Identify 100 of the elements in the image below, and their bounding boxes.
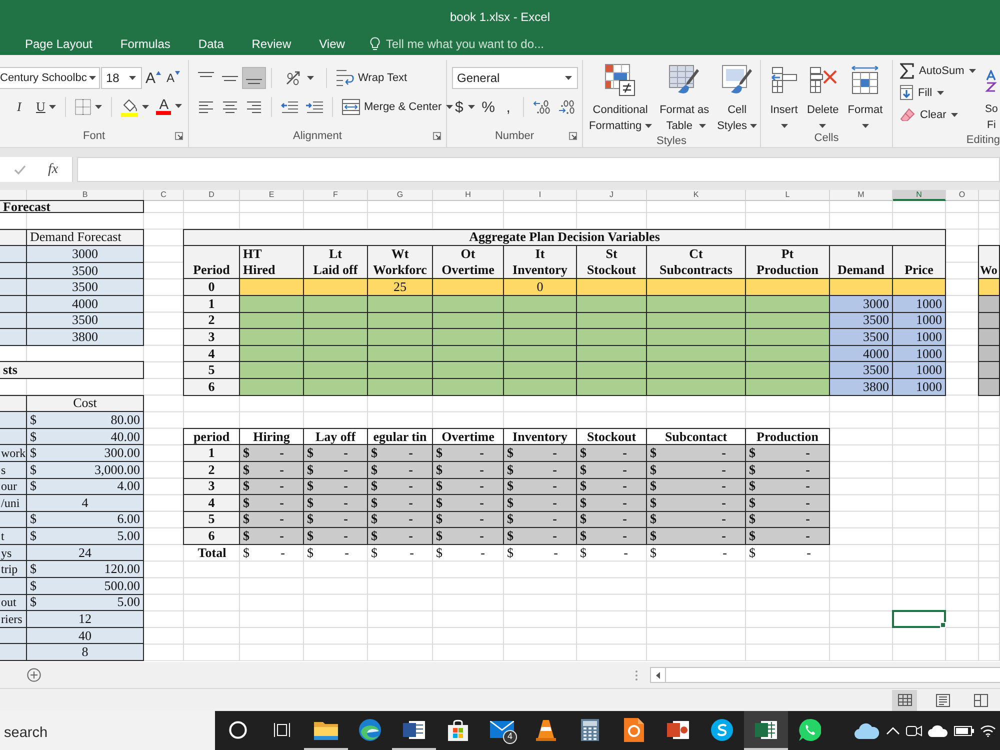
ribbon-tab[interactable]: Formulas: [106, 32, 184, 55]
horizontal-scrollbar[interactable]: [650, 667, 1000, 683]
percent-button[interactable]: %: [478, 96, 498, 118]
amount-text: -: [344, 495, 348, 511]
caret-icon: [951, 112, 958, 116]
font-name-box[interactable]: Century Schoolbc: [0, 67, 100, 89]
dialog-launcher-icon[interactable]: [569, 132, 577, 140]
insert-function-button[interactable]: fx: [48, 162, 58, 178]
currency-sign: $: [749, 495, 756, 511]
conditional-formatting-button[interactable]: Conditional Formatting: [586, 61, 655, 134]
amount-text: -: [722, 528, 726, 544]
column-heading: period: [183, 428, 240, 446]
amount-text: -: [344, 528, 348, 544]
column-header[interactable]: J: [577, 190, 647, 201]
chevron-up-icon[interactable]: [886, 726, 900, 734]
wrap-text-button[interactable]: Wrap Text: [332, 67, 412, 89]
column-header[interactable]: O: [946, 190, 979, 201]
amount-text: -: [622, 445, 627, 461]
column-header[interactable]: M: [830, 190, 893, 201]
clear-button[interactable]: Clear: [898, 105, 978, 124]
active-cell[interactable]: [892, 610, 946, 628]
underline-button[interactable]: U: [32, 96, 60, 118]
font-color-button[interactable]: A: [153, 96, 186, 118]
wifi-icon[interactable]: [980, 724, 996, 737]
amount-text: 40.00: [110, 428, 140, 444]
tell-me-field[interactable]: Tell me what you want to do...: [386, 36, 566, 50]
currency-button[interactable]: $: [452, 96, 478, 118]
sum-button[interactable]: AutoSum: [898, 61, 978, 80]
column-header[interactable]: F: [304, 190, 368, 201]
spreadsheet-app-icon: [755, 720, 777, 740]
ribbon-tab[interactable]: View: [305, 32, 359, 55]
table-cell: 1000: [892, 328, 946, 346]
format-cells-button[interactable]: Format: [844, 61, 886, 128]
cell-styles-button[interactable]: Cell Styles: [714, 61, 760, 134]
sort-filter-button[interactable]: So Fi: [985, 61, 1000, 133]
formula-input[interactable]: [77, 157, 1000, 182]
table-cell: 3800: [26, 328, 144, 346]
currency-sign: $: [580, 545, 586, 562]
view-button[interactable]: [892, 690, 917, 710]
fill-down-icon: [900, 85, 913, 100]
currency-sign: $: [307, 545, 314, 562]
column-heading: Ct Subcontracts: [646, 245, 746, 280]
dialog-launcher-icon[interactable]: [433, 132, 441, 140]
caret-icon: [49, 105, 56, 109]
column-heading: Hiring: [239, 428, 304, 446]
insert-cells-icon: [770, 66, 798, 94]
ribbon-tab[interactable]: Data: [184, 32, 238, 55]
column-header[interactable]: K: [647, 190, 746, 201]
number-format-box[interactable]: General: [452, 67, 578, 89]
amount-text: -: [622, 512, 627, 528]
group-label: Font: [82, 130, 105, 142]
cloud-icon[interactable]: [928, 724, 948, 736]
fill-handle-icon[interactable]: [940, 622, 946, 628]
format-as-table-button[interactable]: Format as Table: [656, 61, 712, 134]
ribbon-tab[interactable]: Page Layout: [11, 32, 106, 55]
column-header[interactable]: H: [433, 190, 504, 201]
currency-sign: $: [243, 512, 250, 528]
column-header[interactable]: [0, 190, 27, 201]
grow-font-button[interactable]: A: [143, 67, 163, 89]
column-header[interactable]: D: [184, 190, 240, 201]
fill-button[interactable]: Fill: [898, 83, 978, 102]
column-header[interactable]: G: [368, 190, 433, 201]
table-cell: [303, 328, 368, 346]
table-cell: [0, 643, 27, 662]
table-cell: 0: [183, 278, 240, 296]
column-header[interactable]: E: [240, 190, 304, 201]
column-header[interactable]: B: [27, 190, 144, 201]
currency-sign: $: [749, 512, 756, 528]
italic-button[interactable]: I: [13, 96, 32, 118]
column-header[interactable]: C: [144, 190, 184, 201]
font-size-box[interactable]: 18: [101, 67, 142, 89]
ribbon-tab[interactable]: Review: [238, 32, 306, 55]
camera-icon: [906, 724, 922, 738]
taskbar-app-button[interactable]: 4: [480, 711, 524, 750]
comma-style-button[interactable]: ,: [498, 96, 518, 118]
currency-sign: $: [507, 528, 514, 544]
row-label: riers: [0, 610, 27, 628]
currency-sign: $: [650, 512, 656, 528]
amount-text: -: [552, 495, 557, 511]
delete-cells-button[interactable]: Delete: [804, 61, 842, 128]
currency-sign: $: [749, 545, 756, 562]
plus-circle-icon[interactable]: [27, 668, 41, 682]
check-icon[interactable]: [14, 164, 26, 174]
currency-sign: $: [371, 528, 378, 544]
amount-text: 300.00: [104, 445, 140, 461]
battery-icon[interactable]: [954, 726, 974, 736]
column-header[interactable]: L: [746, 190, 830, 201]
vertical-align-button[interactable]: [242, 67, 266, 89]
table-cell: 3000: [829, 294, 893, 313]
dialog-launcher-icon[interactable]: [175, 132, 183, 140]
caret-icon: [175, 104, 182, 108]
taskbar-app-button[interactable]: [744, 711, 788, 750]
search-field[interactable]: search: [0, 711, 215, 750]
amount-text: -: [722, 445, 726, 461]
delete-cells-icon: [808, 66, 837, 94]
currency-sign: $: [650, 478, 656, 494]
column-header[interactable]: N: [893, 190, 946, 201]
insert-cells-button[interactable]: Insert: [767, 61, 801, 128]
shrink-font-button[interactable]: A: [163, 67, 183, 89]
column-header[interactable]: I: [504, 190, 577, 201]
